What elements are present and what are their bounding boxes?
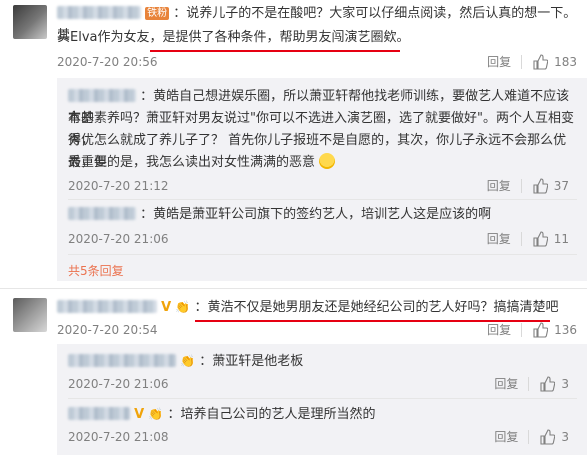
reply-actions: 回复 3: [494, 428, 569, 445]
clap-badge-icon: 👏: [148, 407, 164, 421]
timestamp: 2020-7-20 21:08: [68, 430, 169, 444]
timestamp: 2020-7-20 20:56: [57, 55, 158, 69]
reply-text: V 👏 ：培养自己公司的艺人是理所当然的: [68, 403, 578, 426]
verified-icon: V: [161, 300, 172, 315]
reply-actions: 回复 37: [487, 177, 569, 194]
reply-button[interactable]: 回复: [487, 230, 511, 247]
reply-text: 最重要的是，我怎么读出对女性满满的恶意: [68, 152, 578, 174]
divider: [520, 178, 522, 193]
like-count: 11: [553, 231, 569, 246]
comment-text-line: ：黄浩不仅是她男朋友还是她经纪公司的艺人好吗？搞搞清楚吧: [194, 300, 559, 315]
username[interactable]: [68, 354, 176, 367]
comment-text-line: 实Elva作为女友，是提供了各种条件，帮助男友闯演艺圈欸。: [57, 30, 410, 45]
like-icon[interactable]: [539, 428, 556, 445]
like-count: 183: [554, 54, 577, 69]
comment-actions: 回复 136: [487, 321, 577, 338]
username[interactable]: [68, 207, 136, 220]
divider: [0, 288, 587, 289]
timestamp: 2020-7-20 21:06: [68, 232, 169, 246]
like-count: 37: [553, 178, 569, 193]
divider: [528, 376, 530, 391]
reply-text-line: ：黄皓是萧亚轩公司旗下的签约艺人，培训艺人这是应该的啊: [140, 207, 492, 222]
avatar[interactable]: [13, 298, 47, 332]
like-icon[interactable]: [532, 177, 548, 194]
username[interactable]: [57, 6, 141, 19]
avatar[interactable]: [13, 5, 47, 39]
clap-badge-icon: 👏: [180, 354, 196, 368]
divider: [68, 199, 577, 200]
username[interactable]: [68, 407, 130, 420]
username[interactable]: [57, 300, 157, 313]
like-count: 3: [561, 376, 569, 391]
reply-button[interactable]: 回复: [487, 177, 511, 194]
smile-emoji-icon: [319, 153, 336, 169]
like-icon[interactable]: [532, 321, 549, 338]
reply-text-line: ：培养自己公司的艺人是理所当然的: [167, 407, 376, 422]
timestamp: 2020-7-20 21:12: [68, 179, 169, 193]
username[interactable]: [68, 89, 136, 102]
view-more-replies-link[interactable]: 共5条回复: [68, 262, 124, 279]
fan-badge: 铁粉: [145, 7, 170, 20]
reply-text-line: 最重要的是，我怎么读出对女性满满的恶意: [68, 155, 316, 170]
reply-button[interactable]: 回复: [494, 375, 518, 392]
like-count: 136: [554, 322, 577, 337]
like-icon[interactable]: [532, 230, 548, 247]
reply-actions: 回复 3: [494, 375, 569, 392]
highlight-underline: [150, 50, 400, 52]
reply-button[interactable]: 回复: [487, 53, 511, 70]
divider: [521, 322, 523, 337]
reply-actions: 回复 11: [487, 230, 569, 247]
like-icon[interactable]: [532, 53, 549, 70]
clap-badge-icon: 👏: [175, 300, 191, 314]
divider: [68, 254, 577, 255]
reply-text-line: ：萧亚轩是他老板: [199, 354, 304, 369]
reply-text: ：黄皓是萧亚轩公司旗下的签约艺人，培训艺人这是应该的啊: [68, 204, 578, 226]
reply-button[interactable]: 回复: [487, 321, 511, 338]
timestamp: 2020-7-20 21:06: [68, 377, 169, 391]
comment-text: V 👏 ：黄浩不仅是她男朋友还是她经纪公司的艺人好吗？搞搞清楚吧: [57, 296, 577, 319]
comment-text: 实Elva作为女友，是提供了各种条件，帮助男友闯演艺圈欸。: [57, 27, 577, 49]
like-icon[interactable]: [539, 375, 556, 392]
verified-icon: V: [134, 407, 145, 422]
divider: [521, 54, 523, 69]
reply-text: 👏 ：萧亚轩是他老板: [68, 350, 578, 373]
timestamp: 2020-7-20 20:54: [57, 323, 158, 337]
reply-button[interactable]: 回复: [494, 428, 518, 445]
comment-actions: 回复 183: [487, 53, 577, 70]
divider: [68, 398, 577, 399]
like-count: 3: [561, 429, 569, 444]
divider: [528, 429, 530, 444]
divider: [520, 231, 522, 246]
